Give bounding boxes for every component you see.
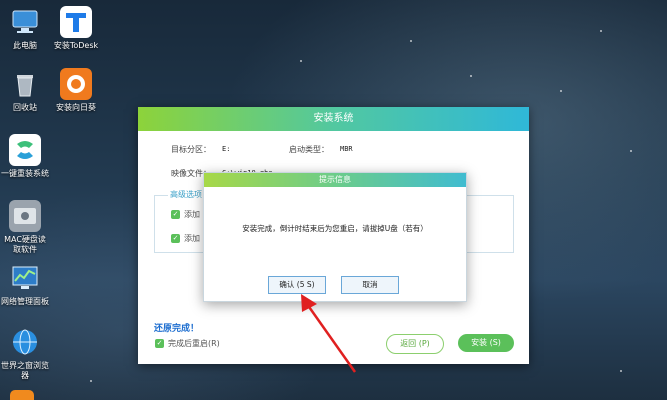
dialog-message: 安装完成，倒计时结束后为您重启，请拔掉U盘（若有） — [242, 224, 428, 233]
option2-checkbox[interactable]: ✓ — [171, 234, 180, 243]
recycle-bin-icon — [9, 68, 41, 100]
desktop-icon-browser[interactable]: 世界之窗浏览 器 — [0, 326, 58, 381]
desktop-icon-label: 网络管理面板 — [1, 297, 49, 306]
desktop-icon-todesk[interactable]: 安装ToDesk — [43, 6, 109, 51]
desktop-icon-label-line2: 器 — [21, 371, 29, 380]
sunflower-icon — [60, 68, 92, 100]
reinstall-icon — [9, 134, 41, 166]
todesk-icon — [60, 6, 92, 38]
install-button[interactable]: 安装 (S) — [458, 334, 514, 352]
installer-title: 安装系统 — [138, 107, 529, 131]
option2-label: 添加 — [184, 234, 200, 243]
auto-restart-checkbox[interactable]: ✓ — [155, 339, 164, 348]
back-button[interactable]: 返回 (P) — [386, 334, 444, 354]
network-panel-icon — [9, 262, 41, 294]
boot-type-value: MBR — [340, 145, 353, 153]
restore-done-text: 还原完成！ — [154, 324, 200, 334]
prompt-dialog: 提示信息 安装完成，倒计时结束后为您重启，请拔掉U盘（若有） 确认 (5 S) … — [203, 172, 467, 302]
desktop-icon-mac-disk[interactable]: MAC硬盘读 取软件 — [0, 200, 58, 255]
desktop-icon-sunflower[interactable]: 安装向日葵 — [43, 68, 109, 113]
advanced-options-title: 高级选项 — [168, 189, 204, 200]
dialog-title: 提示信息 — [204, 173, 466, 187]
option1-label: 添加 — [184, 210, 200, 219]
computer-icon — [9, 6, 41, 38]
target-partition-label: 目标分区： — [171, 145, 211, 154]
target-partition-value: E: — [222, 145, 231, 153]
desktop-icon-label: 安装ToDesk — [53, 41, 99, 50]
desktop-icon-reinstall[interactable]: 一键重装系统 — [0, 134, 58, 179]
confirm-button[interactable]: 确认 (5 S) — [268, 276, 326, 294]
desktop-icon-label: 世界之窗浏览 — [1, 361, 49, 370]
cancel-button[interactable]: 取消 — [341, 276, 399, 294]
browser-icon — [9, 326, 41, 358]
boot-type-label: 启动类型： — [289, 145, 329, 154]
desktop-icon-label-line2: 取软件 — [13, 245, 37, 254]
mac-disk-icon — [9, 200, 41, 232]
desktop-icon-network-panel[interactable]: 网络管理面板 — [0, 262, 58, 307]
desktop-icon-label: 安装向日葵 — [56, 103, 96, 112]
auto-restart-label: 完成后重启(R) — [168, 339, 220, 348]
desktop-icon-label: MAC硬盘读 — [4, 235, 46, 244]
option1-checkbox[interactable]: ✓ — [171, 210, 180, 219]
partial-app-icon[interactable] — [10, 390, 34, 400]
desktop-icon-label: 一键重装系统 — [1, 169, 49, 178]
